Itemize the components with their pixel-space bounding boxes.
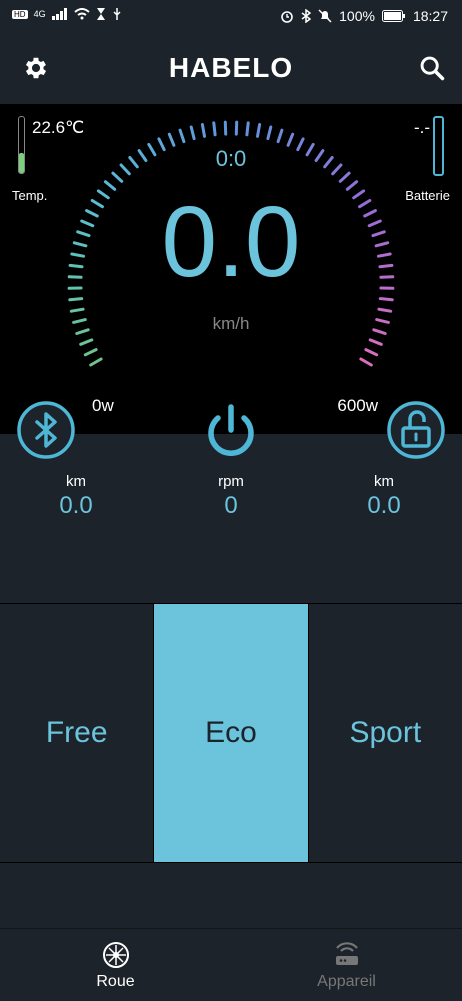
power-max-label: 600w — [337, 396, 378, 416]
gauge-tick — [214, 123, 215, 135]
mode-free[interactable]: Free — [0, 604, 153, 862]
gauge-tick — [370, 340, 381, 344]
wifi-icon — [74, 8, 90, 20]
gauge-tick — [340, 173, 349, 181]
usb-icon — [112, 8, 122, 20]
power-button[interactable] — [201, 400, 261, 460]
lock-button[interactable] — [386, 400, 446, 460]
nav-label-appareil: Appareil — [231, 973, 462, 991]
gauge-tick — [247, 123, 248, 135]
gauge-tick — [71, 309, 83, 311]
ride-timer: 0:0 — [0, 146, 462, 172]
clock: 18:27 — [413, 8, 448, 24]
gauge-tick — [105, 182, 114, 190]
stat-label: rpm — [171, 473, 291, 490]
mode-eco[interactable]: Eco — [153, 604, 308, 862]
status-icons-right: 100% 18:27 — [280, 8, 448, 24]
alarm-icon — [280, 9, 294, 23]
stat-value: 0.0 — [324, 492, 444, 520]
gauge-tick — [169, 134, 174, 145]
gauge-tick — [288, 134, 293, 145]
gauge-tick — [366, 350, 377, 355]
battery-percent: 100% — [339, 8, 375, 24]
network-type: 4G — [34, 9, 46, 19]
hourglass-icon — [96, 8, 106, 20]
speed-value: 0.0 — [0, 192, 462, 292]
speed-unit: km/h — [0, 314, 462, 334]
temperature-value: 22.6℃ — [32, 118, 84, 138]
signal-icon — [52, 8, 68, 20]
app-bar: HABELO — [0, 34, 462, 104]
gauge-tick — [85, 350, 96, 355]
router-icon — [333, 941, 361, 969]
stat-value: 0.0 — [16, 492, 136, 520]
power-min-label: 0w — [92, 396, 114, 416]
stat-rpm: rpm 0 — [171, 473, 291, 520]
gauge-tick — [191, 127, 194, 139]
bluetooth-button[interactable] — [16, 400, 76, 460]
mute-icon — [318, 9, 332, 23]
gauge-tick — [278, 130, 282, 141]
gauge-tick — [347, 182, 356, 190]
hd-icon: HD — [12, 10, 28, 19]
battery-value: -.- — [414, 118, 430, 138]
gauge-tick — [268, 127, 271, 139]
gauge-tick — [180, 130, 184, 141]
gauge-tick — [81, 340, 92, 344]
gauge-tick — [202, 125, 204, 137]
mode-sport[interactable]: Sport — [309, 604, 462, 862]
app-title: HABELO — [0, 52, 462, 84]
status-icons-left: HD 4G — [12, 8, 122, 20]
stat-distance-left: km 0.0 — [16, 473, 136, 520]
status-bar: HD 4G 100% 18:27 — [0, 0, 462, 34]
bottom-nav: Roue Appareil — [0, 928, 462, 1001]
bluetooth-status-icon — [301, 9, 311, 23]
gauge-tick — [380, 299, 392, 300]
gauge-tick — [258, 125, 260, 137]
nav-item-appareil[interactable]: Appareil — [231, 929, 462, 1001]
stat-distance-right: km 0.0 — [324, 473, 444, 520]
gauge-tick — [379, 309, 391, 311]
nav-item-roue[interactable]: Roue — [0, 929, 231, 1001]
stat-value: 0 — [171, 492, 291, 520]
gauge-tick — [91, 359, 101, 365]
speed-dashboard: 22.6℃ Temp. -.- Batterie 0:0 0.0 km/h 0w… — [0, 104, 462, 434]
gauge-tick — [361, 359, 371, 365]
gauge-tick — [113, 173, 122, 181]
stat-label: km — [16, 473, 136, 490]
battery-status-icon — [382, 10, 406, 22]
nav-label-roue: Roue — [0, 973, 231, 991]
stat-label: km — [324, 473, 444, 490]
mode-selector: Free Eco Sport — [0, 603, 462, 863]
wheel-icon — [102, 941, 130, 969]
gauge-tick — [70, 299, 82, 300]
search-icon[interactable] — [418, 54, 446, 82]
